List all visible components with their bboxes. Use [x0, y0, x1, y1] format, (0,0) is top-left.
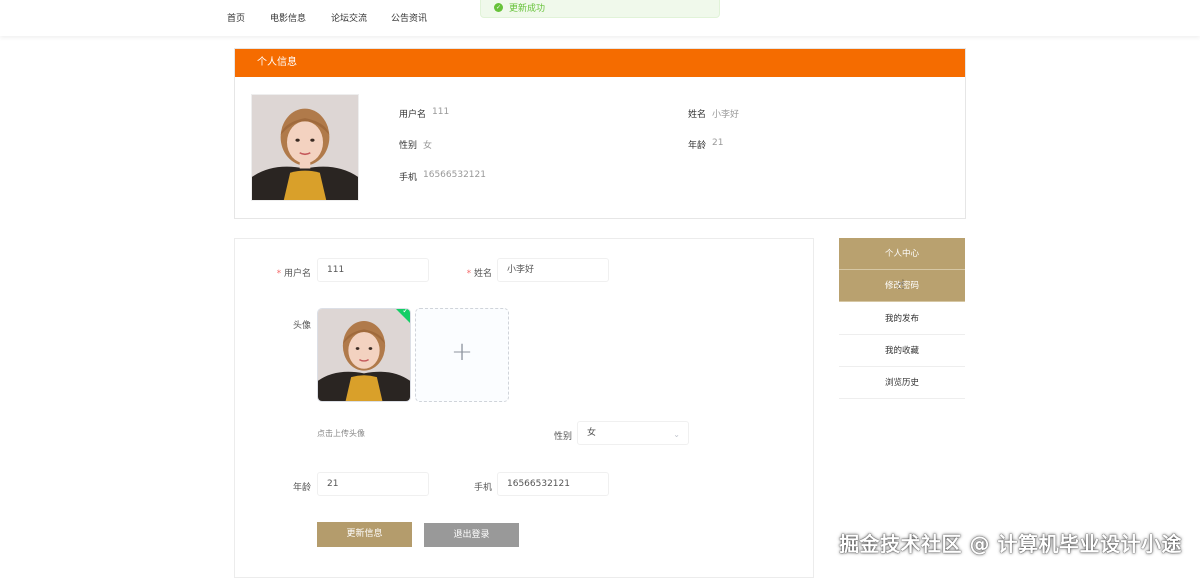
info-age-value: 21	[712, 138, 724, 148]
success-toast: ✓ 更新成功	[480, 0, 720, 18]
form-name-label: * 姓名	[466, 269, 492, 279]
nav-home[interactable]: 首页	[227, 11, 245, 24]
form-avatar-label: 头像	[292, 321, 311, 331]
logout-button[interactable]: 退出登录	[424, 523, 519, 547]
success-check-icon: ✓	[494, 3, 503, 12]
form-gender-label: 性别	[553, 432, 572, 442]
chevron-down-icon: ⌄	[673, 430, 680, 439]
nav-movie-info[interactable]: 电影信息	[270, 11, 306, 24]
info-name-value: 小李好	[712, 110, 740, 120]
watermark: 掘金技术社区 @ 计算机毕业设计小途	[839, 532, 1182, 556]
info-phone-label: 手机	[399, 173, 418, 183]
form-username-label: * 用户名	[276, 269, 311, 279]
form-age-label: 年龄	[292, 483, 311, 493]
personal-info-card: 个人信息 用户名 111 姓名 小李好 性别 女 年龄 21 手机 165665…	[234, 48, 966, 219]
info-username-value: 111	[432, 107, 450, 117]
info-gender-label: 性别	[399, 141, 418, 151]
info-phone-value: 16566532121	[423, 170, 486, 180]
form-phone-label: 手机	[473, 483, 492, 493]
side-item-my-favorites[interactable]: 我的收藏	[839, 335, 965, 367]
plus-icon: +	[451, 337, 473, 367]
side-item-personal-center[interactable]: 个人中心	[839, 238, 965, 270]
upload-hint: 点击上传头像	[317, 429, 365, 438]
nav-announcements[interactable]: 公告资讯	[391, 11, 427, 24]
uploaded-avatar[interactable]: ✓	[317, 308, 411, 402]
check-icon: ✓	[402, 308, 409, 315]
name-input[interactable]: 小李好	[497, 258, 609, 282]
age-input[interactable]: 21	[317, 472, 429, 496]
phone-input[interactable]: 16566532121	[497, 472, 609, 496]
gender-select-value: 女	[587, 428, 597, 438]
info-gender-value: 女	[423, 141, 433, 151]
side-item-browse-history[interactable]: 浏览历史	[839, 367, 965, 399]
toast-message: 更新成功	[509, 4, 546, 14]
gender-select[interactable]: 女 ⌄	[577, 421, 689, 445]
username-input[interactable]: 111	[317, 258, 429, 282]
profile-photo	[251, 94, 359, 201]
info-username-label: 用户名	[399, 110, 427, 120]
side-item-my-posts[interactable]: 我的发布	[839, 303, 965, 335]
personal-info-title: 个人信息	[235, 49, 965, 77]
info-name-label: 姓名	[688, 110, 707, 120]
nav-forum[interactable]: 论坛交流	[331, 11, 367, 24]
info-age-label: 年龄	[688, 141, 707, 151]
update-info-button[interactable]: 更新信息	[317, 522, 412, 547]
avatar-upload-button[interactable]: +	[415, 308, 509, 402]
hand-cursor-icon: ☝	[897, 278, 905, 293]
